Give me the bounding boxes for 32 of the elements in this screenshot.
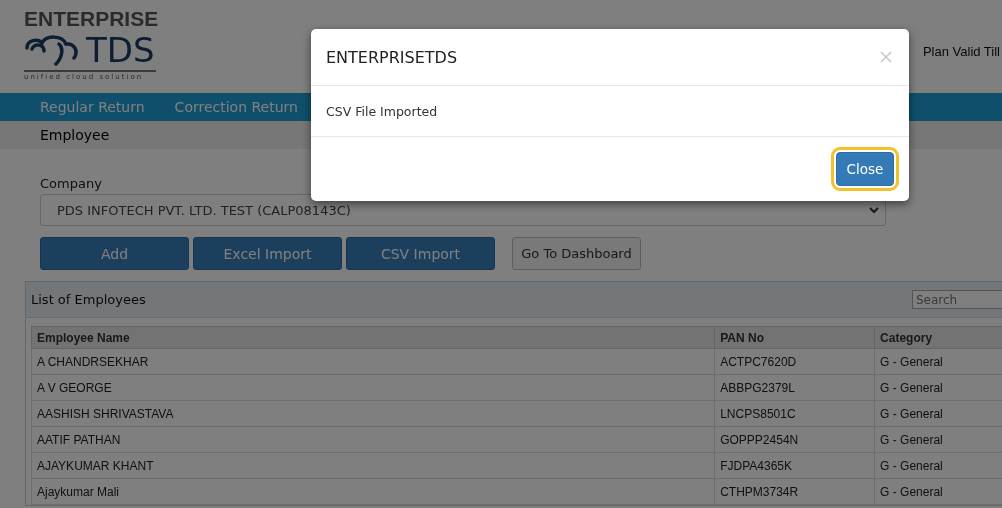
chevron-down-icon [869, 206, 879, 214]
table-cell: ACTPC7620D [714, 348, 875, 375]
column-header: Category [874, 326, 1002, 349]
column-header: Employee Name [31, 326, 715, 349]
nav-link[interactable]: Regular Return [40, 99, 145, 115]
table-cell: FJDPA4365K [714, 452, 875, 479]
action-button[interactable]: Add [40, 237, 189, 270]
dialog-message: CSV File Imported [326, 103, 438, 119]
table-cell: GOPPP2454N [714, 426, 875, 453]
column-header: PAN No [714, 326, 875, 349]
table-cell: AATIF PATHAN [31, 426, 715, 453]
logo-text: TDS [86, 33, 155, 67]
field-label: Company [40, 176, 103, 193]
breadcrumb-text: Employee [40, 127, 110, 143]
dialog-title: ENTERPRISETDS [326, 47, 458, 67]
table-cell: LNCPS8501C [714, 400, 875, 427]
logo-text: ENTERPRISE [24, 6, 159, 32]
table-cell: ABBPG2379L [714, 374, 875, 401]
table-cell: AASHISH SHRIVASTAVA [31, 400, 715, 427]
search-field[interactable]: Search [912, 290, 1002, 309]
table-cell: A CHANDRSEKHAR [31, 348, 715, 375]
action-button[interactable]: CSV Import [346, 237, 495, 270]
table-cell: A V GEORGE [31, 374, 715, 401]
close-icon[interactable] [880, 51, 892, 63]
action-button[interactable]: Excel Import [193, 237, 342, 270]
table-cell: Ajaykumar Mali [31, 478, 715, 505]
table-cell: CTHPM3734R [714, 478, 875, 505]
plan-validity-text: Plan Valid Till [922, 43, 1000, 60]
dashboard-button[interactable]: Go To Dashboard [512, 237, 641, 270]
nav-link[interactable]: Correction Return [174, 99, 298, 115]
panel-title: List of Employees [31, 292, 146, 307]
table-cell: AJAYKUMAR KHANT [31, 452, 715, 479]
